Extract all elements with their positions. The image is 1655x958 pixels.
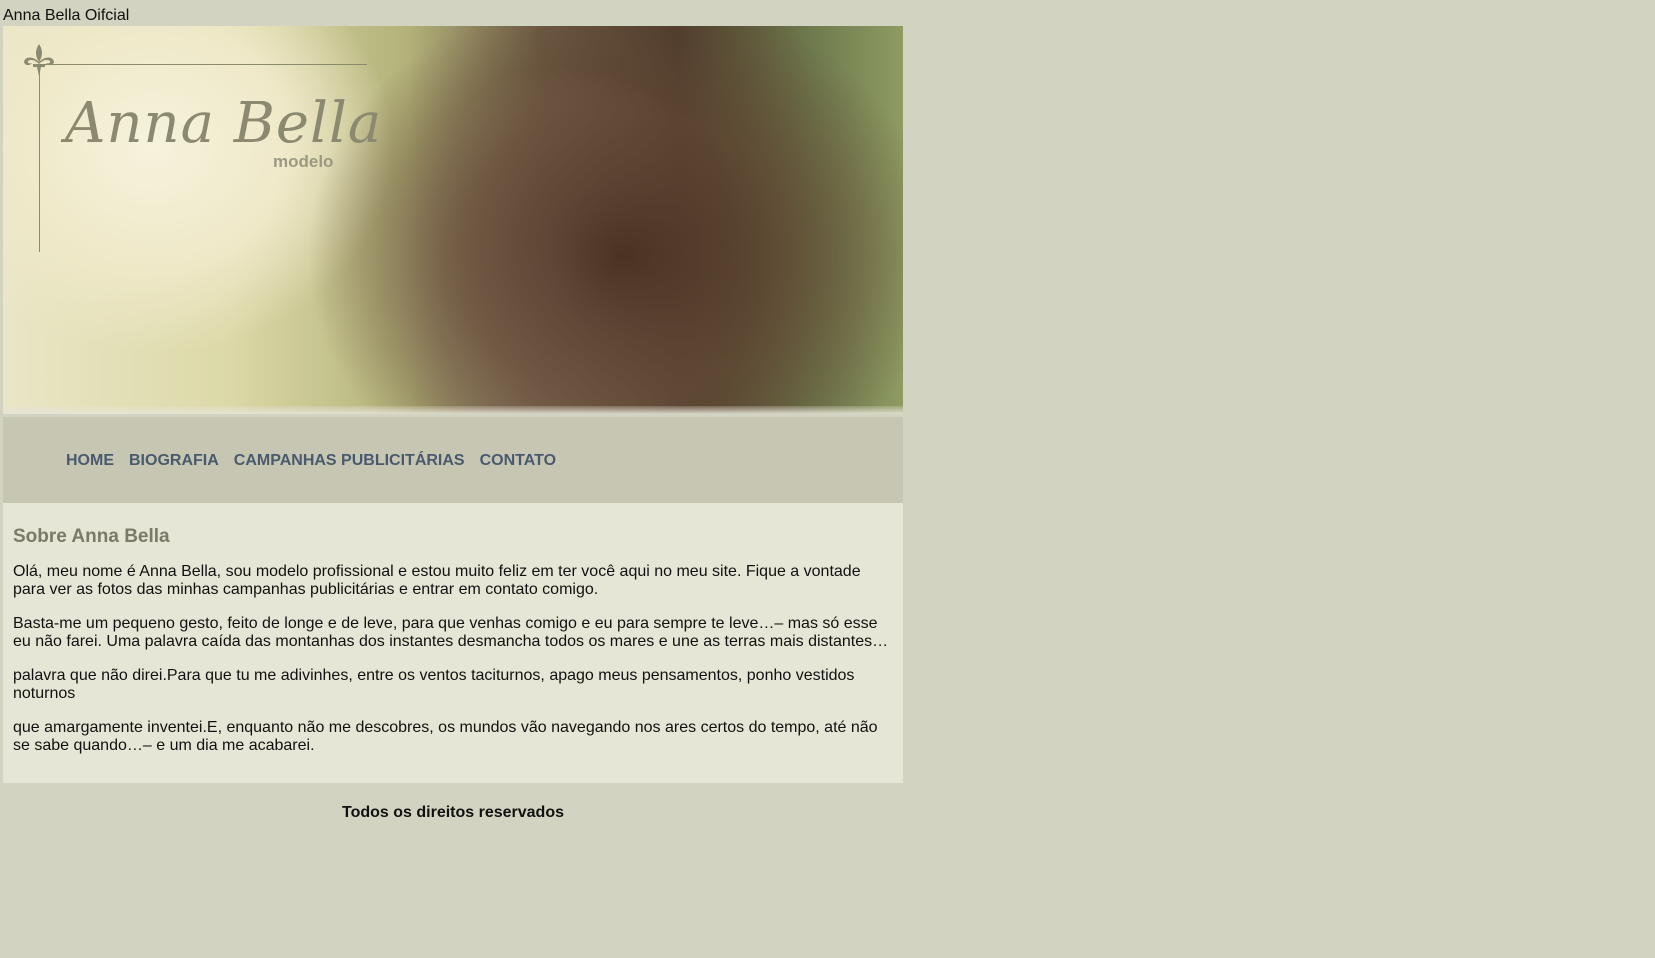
section-heading: Sobre Anna Bella — [13, 526, 170, 547]
paragraph-intro: Olá, meu nome é Anna Bella, sou modelo p… — [13, 563, 861, 598]
nav-link-campanhas[interactable]: CAMPANHAS PUBLICITÁRIAS — [234, 451, 465, 471]
page-title: Anna Bella Oifcial — [3, 7, 130, 24]
header-banner: Anna Bella modelo — [3, 26, 903, 414]
paragraph-3: palavra que não direi.Para que tu me adi… — [13, 667, 855, 702]
logo-subtitle: modelo — [273, 152, 334, 171]
main-navigation: HOME BIOGRAFIA CAMPANHAS PUBLICITÁRIAS C… — [3, 414, 903, 503]
site-wrapper: Anna Bella modelo HOME BIOGRAFIA CAMPANH… — [3, 26, 903, 823]
nav-link-contato[interactable]: CONTATO — [480, 451, 556, 471]
banner-bottom-strip — [3, 406, 903, 414]
main-content: Sobre Anna Bella Olá, meu nome é Anna Be… — [3, 503, 903, 783]
logo-script-text: Anna Bella — [65, 91, 383, 156]
nav-list: HOME BIOGRAFIA CAMPANHAS PUBLICITÁRIAS C… — [66, 451, 571, 471]
paragraph-2: Basta-me um pequeno gesto, feito de long… — [13, 615, 889, 650]
fleur-de-lis-icon — [24, 44, 54, 76]
logo-vertical-line — [39, 66, 40, 252]
logo-horizontal-line — [39, 64, 367, 65]
nav-link-home[interactable]: HOME — [66, 451, 114, 471]
nav-link-biografia[interactable]: BIOGRAFIA — [129, 451, 219, 471]
paragraph-4: que amargamente inventei.E, enquanto não… — [13, 719, 878, 754]
footer-copyright: Todos os direitos reservados — [342, 804, 564, 821]
